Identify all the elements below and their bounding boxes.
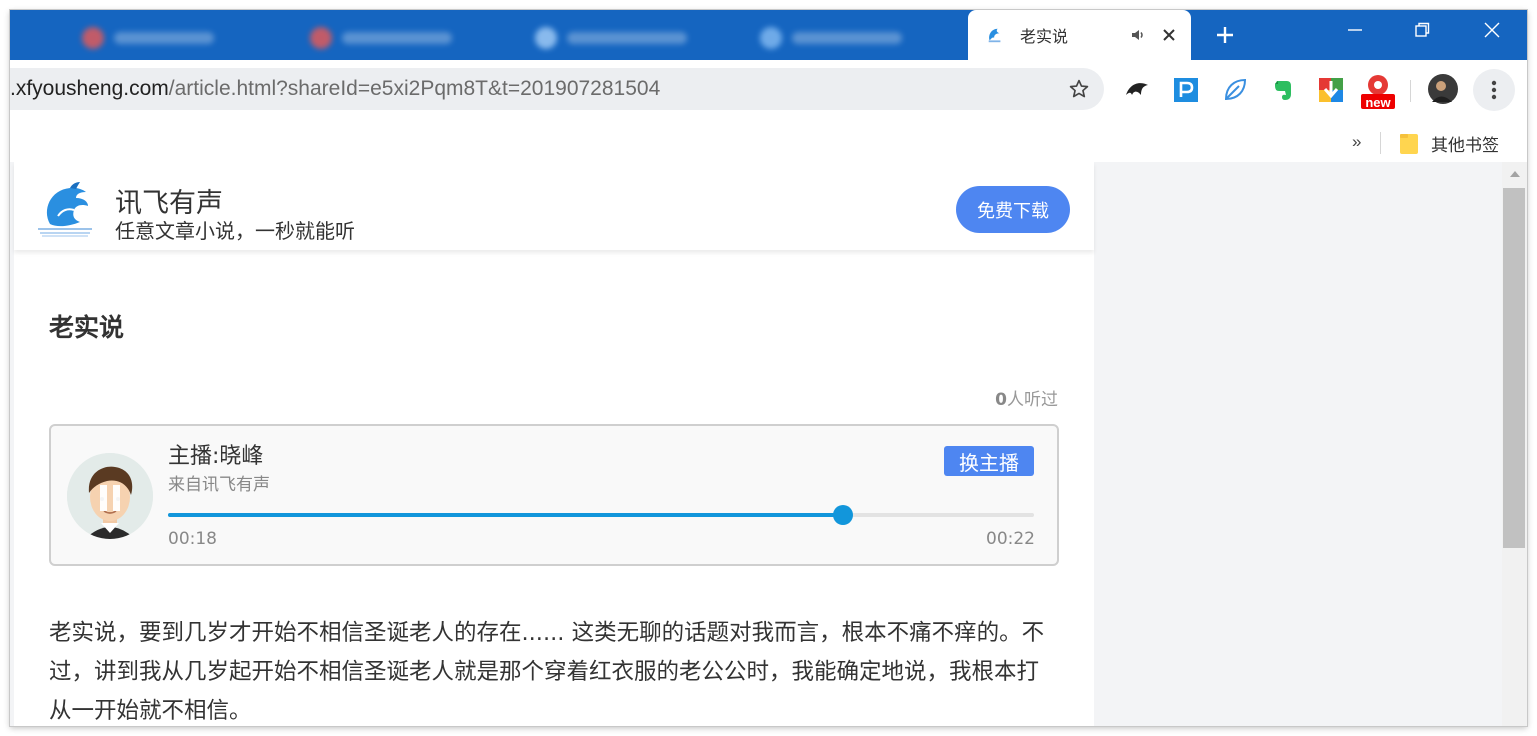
dolphin-logo-icon (38, 182, 92, 237)
dolphin-favicon-icon (988, 28, 1001, 43)
bookmarks-divider (1380, 132, 1381, 154)
leaf-icon[interactable] (1222, 77, 1248, 103)
audio-player: 主播:晓峰 来自讯飞有声 换主播 00:18 00:22 (49, 424, 1059, 566)
url-path: /article.html?shareId=e5xi2Pqm8T&t=20190… (168, 77, 661, 100)
background-tab[interactable] (82, 20, 214, 56)
close-window-button[interactable] (1480, 18, 1504, 42)
bookmark-star-icon[interactable] (1068, 78, 1090, 100)
more-vert-icon (1491, 80, 1497, 100)
tab-strip: 老实说 (10, 10, 1527, 60)
web-page: 讯飞有声 任意文章小说，一秒就能听 免费下载 老实说 0人听过 主播:晓峰 来自… (14, 162, 1094, 726)
new-badge-icon[interactable]: new (1360, 73, 1396, 111)
folder-icon (1400, 133, 1418, 154)
background-tab[interactable] (535, 20, 687, 56)
scroll-up-arrow-icon[interactable] (1510, 171, 1520, 177)
new-badge-label: new (1365, 95, 1391, 110)
bookmarks-bar: » 其他书签 (10, 118, 1527, 162)
browser-toolbar: .xfyousheng.com/article.html?shareId=e5x… (10, 60, 1527, 118)
other-bookmarks-label: 其他书签 (1431, 136, 1499, 156)
speaker-icon[interactable] (1129, 26, 1147, 44)
tab-title: 老实说 (1020, 27, 1069, 46)
download-icon[interactable] (1318, 77, 1344, 103)
listen-count-number: 0 (995, 390, 1007, 410)
site-header: 讯飞有声 任意文章小说，一秒就能听 免费下载 (14, 162, 1094, 250)
url-text[interactable]: .xfyousheng.com/article.html?shareId=e5x… (10, 77, 660, 101)
address-bar[interactable]: .xfyousheng.com/article.html?shareId=e5x… (10, 68, 1104, 110)
close-window-icon (1484, 22, 1500, 38)
new-tab-button[interactable] (1210, 20, 1240, 50)
minimize-button[interactable] (1343, 18, 1367, 42)
host-source: 来自讯飞有声 (168, 475, 270, 495)
bookmarks-overflow-button[interactable]: » (1352, 132, 1361, 152)
article-title: 老实说 (49, 313, 125, 342)
pause-icon[interactable] (96, 483, 124, 513)
current-time: 00:18 (168, 529, 217, 549)
evernote-icon[interactable] (1270, 77, 1296, 103)
listen-count-suffix: 人听过 (1007, 390, 1058, 410)
bird-icon[interactable] (1124, 77, 1150, 103)
listen-count: 0人听过 (995, 385, 1058, 410)
scroll-thumb[interactable] (1503, 188, 1525, 548)
other-bookmarks-folder[interactable]: 其他书签 (1399, 131, 1499, 156)
background-tab[interactable] (760, 20, 902, 56)
restore-icon (1415, 22, 1430, 37)
page-scrollbar[interactable] (1502, 162, 1527, 726)
profile-avatar[interactable] (1428, 74, 1458, 104)
host-name: 主播:晓峰 (168, 444, 264, 469)
browser-menu-button[interactable] (1473, 69, 1515, 111)
active-tab[interactable]: 老实说 (968, 10, 1191, 60)
total-time: 00:22 (986, 529, 1035, 549)
background-tab[interactable] (310, 20, 452, 56)
page-viewport: 讯飞有声 任意文章小说，一秒就能听 免费下载 老实说 0人听过 主播:晓峰 来自… (10, 162, 1527, 726)
toolbar-divider (1410, 80, 1411, 102)
plus-icon (1217, 27, 1233, 43)
free-download-button[interactable]: 免费下载 (956, 186, 1070, 233)
progress-track[interactable] (168, 505, 1034, 525)
progress-handle[interactable] (833, 505, 854, 525)
url-host: .xfyousheng.com (10, 77, 169, 100)
article-body: 老实说，要到几岁才开始不相信圣诞老人的存在...... 这类无聊的话题对我而言，… (49, 620, 1045, 724)
brand-slogan: 任意文章小说，一秒就能听 (115, 219, 355, 243)
close-tab-icon[interactable] (1161, 27, 1177, 43)
p-icon[interactable] (1173, 77, 1199, 103)
minimize-icon (1348, 29, 1362, 31)
switch-host-button[interactable]: 换主播 (944, 446, 1034, 476)
progress-fill (168, 513, 844, 517)
restore-button[interactable] (1410, 18, 1434, 42)
browser-window: 老实说 .xfyousheng.com/article.html?shareId… (10, 10, 1527, 726)
